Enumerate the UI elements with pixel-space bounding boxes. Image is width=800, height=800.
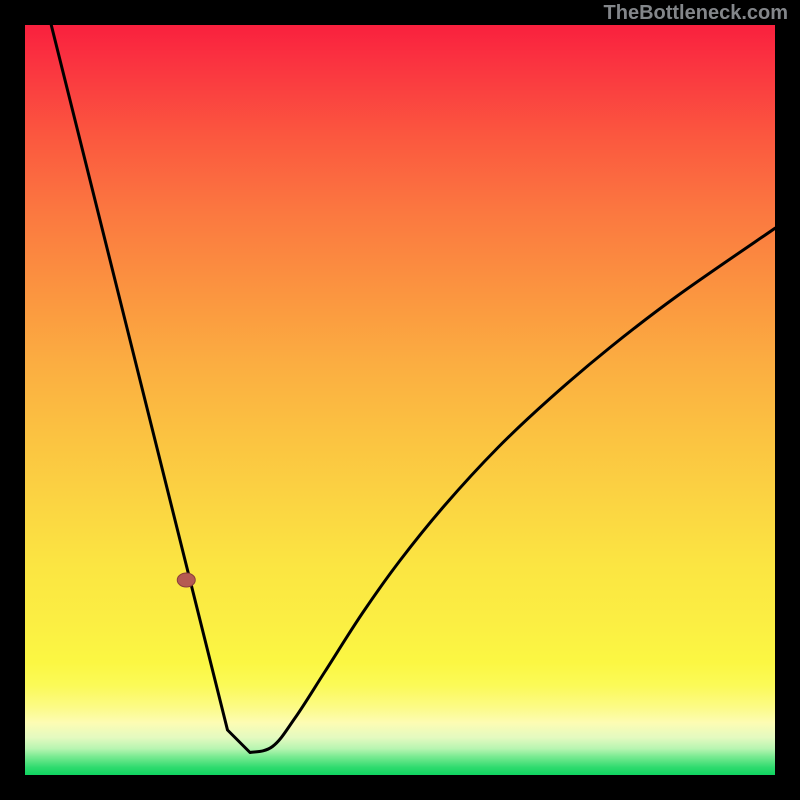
bottleneck-curve	[51, 25, 775, 753]
watermark-text: TheBottleneck.com	[604, 2, 788, 25]
plot-area	[25, 25, 775, 775]
optimal-marker	[177, 573, 195, 587]
curve-layer	[25, 25, 775, 775]
chart-frame: TheBottleneck.com	[0, 0, 800, 800]
